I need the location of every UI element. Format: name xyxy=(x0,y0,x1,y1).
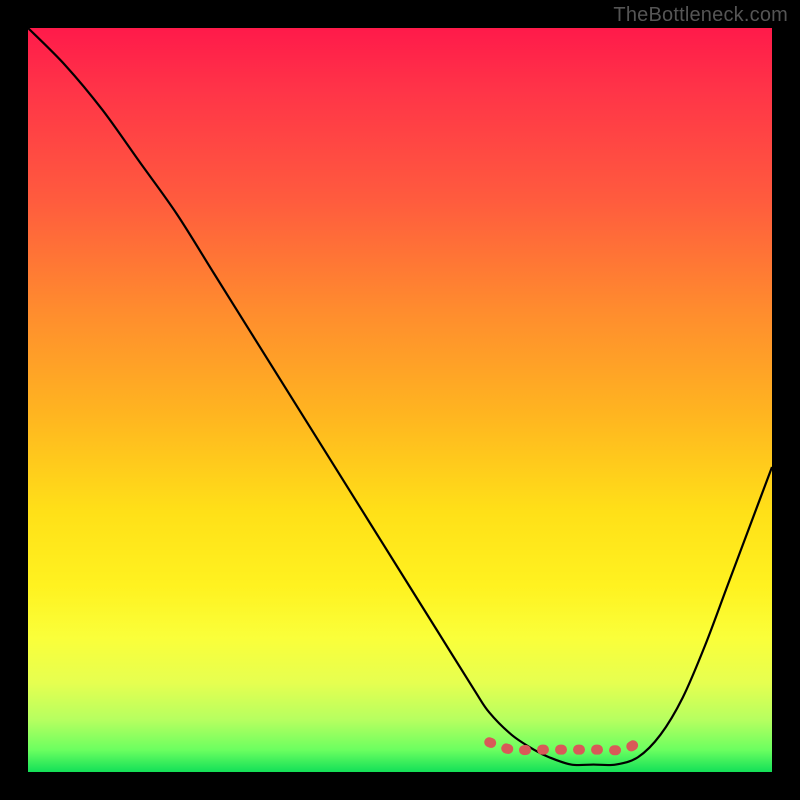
optimal-range-markers xyxy=(489,742,638,750)
chart-frame: TheBottleneck.com xyxy=(0,0,800,800)
curve-layer xyxy=(28,28,772,772)
bottleneck-curve xyxy=(28,28,772,765)
plot-area xyxy=(28,28,772,772)
watermark-text: TheBottleneck.com xyxy=(613,4,788,27)
